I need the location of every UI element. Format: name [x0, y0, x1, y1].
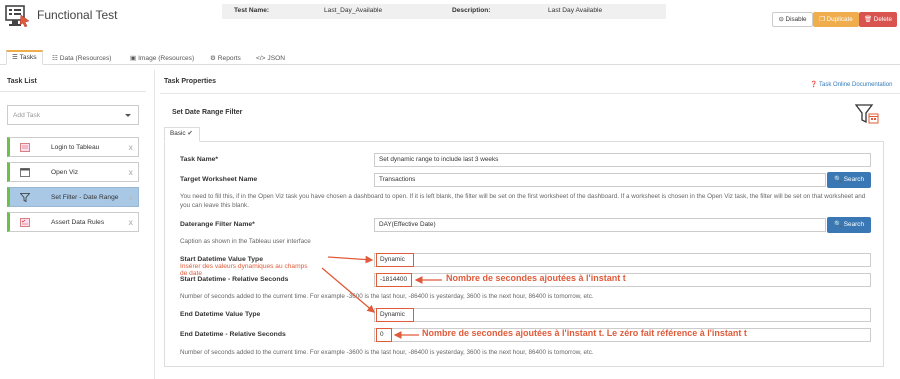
task-list-title: Task List [7, 78, 37, 85]
duplicate-label: Duplicate [826, 16, 853, 23]
annotation-dynamic-note: Insérer des valeurs dynamiques au champs… [180, 263, 308, 277]
disable-button[interactable]: ⊝ Disable [772, 12, 813, 27]
test-name-value: Last_Day_Available [324, 7, 383, 14]
tasks-icon: ☰ [12, 54, 18, 61]
start-type-highlight: Dynamic [376, 253, 414, 267]
start-relative-seconds-label: Start Datetime - Relative Seconds [180, 276, 289, 283]
target-worksheet-help: You need to fill this, if in the Open Vi… [180, 193, 866, 209]
target-worksheet-label: Target Worksheet Name [180, 176, 258, 183]
target-worksheet-search-button[interactable]: 🔍 Search [827, 172, 871, 188]
check-icon: ✔ [187, 130, 193, 137]
disable-label: Disable [785, 16, 807, 23]
tab-label: Reports [217, 55, 241, 62]
delete-label: Delete [873, 16, 892, 23]
add-task-placeholder: Add Task [13, 112, 41, 119]
daterange-filter-input[interactable]: DAY(Effective Date) [374, 218, 826, 232]
code-icon: </> [256, 55, 266, 62]
task-name-label: Task Name* [180, 156, 219, 163]
search-icon: 🔍 [834, 221, 842, 228]
task-item-open-viz[interactable]: Open Viz x [7, 162, 139, 182]
date-filter-icon [855, 104, 879, 124]
tab-tasks[interactable]: ☰ Tasks [6, 50, 43, 65]
task-item-label: Open Viz [51, 169, 79, 176]
close-icon[interactable]: x [129, 193, 133, 202]
tab-reports[interactable]: ⚙ Reports [205, 52, 246, 65]
image-icon: ▣ [130, 55, 137, 62]
start-relative-seconds-highlight: -1814400 [376, 273, 412, 287]
online-documentation-link[interactable]: ❓ Task Online Documentation [810, 81, 892, 88]
daterange-filter-label: Daterange Filter Name* [180, 221, 255, 228]
tab-label: Image (Resources) [138, 55, 195, 62]
panel-separator [154, 70, 155, 379]
close-icon[interactable]: x [129, 143, 133, 152]
tab-label: Data (Resources) [59, 55, 112, 62]
test-info-bar: Test Name: Last_Day_Available Descriptio… [222, 4, 666, 19]
task-item-assert-data-rules[interactable]: Assert Data Rules x [7, 212, 139, 232]
search-icon: 🔍 [834, 176, 842, 183]
tab-data-resources[interactable]: ☷ Data (Resources) [47, 52, 116, 65]
subtab-label: Basic [170, 130, 186, 137]
start-type-label: Start Datetime Value Type [180, 256, 263, 263]
tab-label: Tasks [19, 54, 37, 61]
task-item-label: Assert Data Rules [51, 219, 105, 226]
duplicate-button[interactable]: ❐ Duplicate [813, 12, 859, 27]
tab-label: JSON [267, 55, 285, 62]
login-icon [20, 143, 30, 152]
end-relative-seconds-highlight: 0 [376, 328, 392, 342]
annotation-end-note: Nombre de secondes ajoutées à l'instant … [422, 328, 747, 338]
description-value: Last Day Available [548, 7, 603, 14]
disable-icon: ⊝ [778, 16, 784, 23]
properties-divider [160, 93, 900, 94]
filter-section-title: Set Date Range Filter [172, 109, 243, 116]
task-item-set-filter-date-range[interactable]: Set Filter - Date Range x [7, 187, 139, 207]
app-title: Functional Test [37, 8, 118, 22]
close-icon[interactable]: x [129, 218, 133, 227]
end-relative-seconds-label: End Datetime - Relative Seconds [180, 331, 286, 338]
start-relative-help: Number of seconds added to the current t… [180, 293, 594, 300]
trash-icon: 🗑 [864, 16, 873, 23]
task-item-label: Login to Tableau [51, 144, 100, 151]
tab-image-resources[interactable]: ▣ Image (Resources) [125, 52, 199, 65]
close-icon[interactable]: x [129, 168, 133, 177]
copy-icon: ❐ [819, 16, 825, 23]
delete-button[interactable]: 🗑 Delete [859, 12, 897, 27]
task-list-divider [0, 91, 146, 92]
search-label: Search [843, 221, 864, 228]
end-type-highlight: Dynamic [376, 308, 414, 322]
app-logo-icon [5, 5, 30, 27]
tab-basic[interactable]: Basic ✔ [164, 127, 200, 142]
online-doc-label: Task Online Documentation [819, 82, 893, 88]
tab-json[interactable]: </> JSON [251, 52, 290, 65]
question-circle-icon: ❓ [810, 82, 818, 88]
start-type-select[interactable] [374, 253, 871, 267]
target-worksheet-input[interactable]: Transactions [374, 173, 826, 187]
add-task-select[interactable]: Add Task [7, 105, 139, 125]
annotation-start-note: Nombre de secondes ajoutées à l'instant … [446, 273, 626, 283]
task-name-input[interactable]: Set dynamic range to include last 3 week… [374, 153, 871, 167]
task-properties-title: Task Properties [164, 78, 217, 85]
task-item-login[interactable]: Login to Tableau x [7, 137, 139, 157]
end-type-select[interactable] [374, 308, 871, 322]
daterange-search-button[interactable]: 🔍 Search [827, 217, 871, 233]
end-relative-help: Number of seconds added to the current t… [180, 349, 594, 356]
description-label: Description: [452, 7, 491, 14]
filter-icon [20, 193, 30, 202]
test-name-label: Test Name: [234, 7, 270, 14]
checklist-icon [20, 218, 30, 227]
list-icon: ☷ [52, 55, 58, 62]
task-item-label: Set Filter - Date Range [51, 194, 119, 201]
gear-icon: ⚙ [210, 55, 216, 62]
chevron-down-icon [125, 114, 131, 117]
end-type-label: End Datetime Value Type [180, 311, 261, 318]
search-label: Search [843, 176, 864, 183]
window-icon [20, 168, 30, 177]
daterange-help: Caption as shown in the Tableau user int… [180, 238, 311, 245]
